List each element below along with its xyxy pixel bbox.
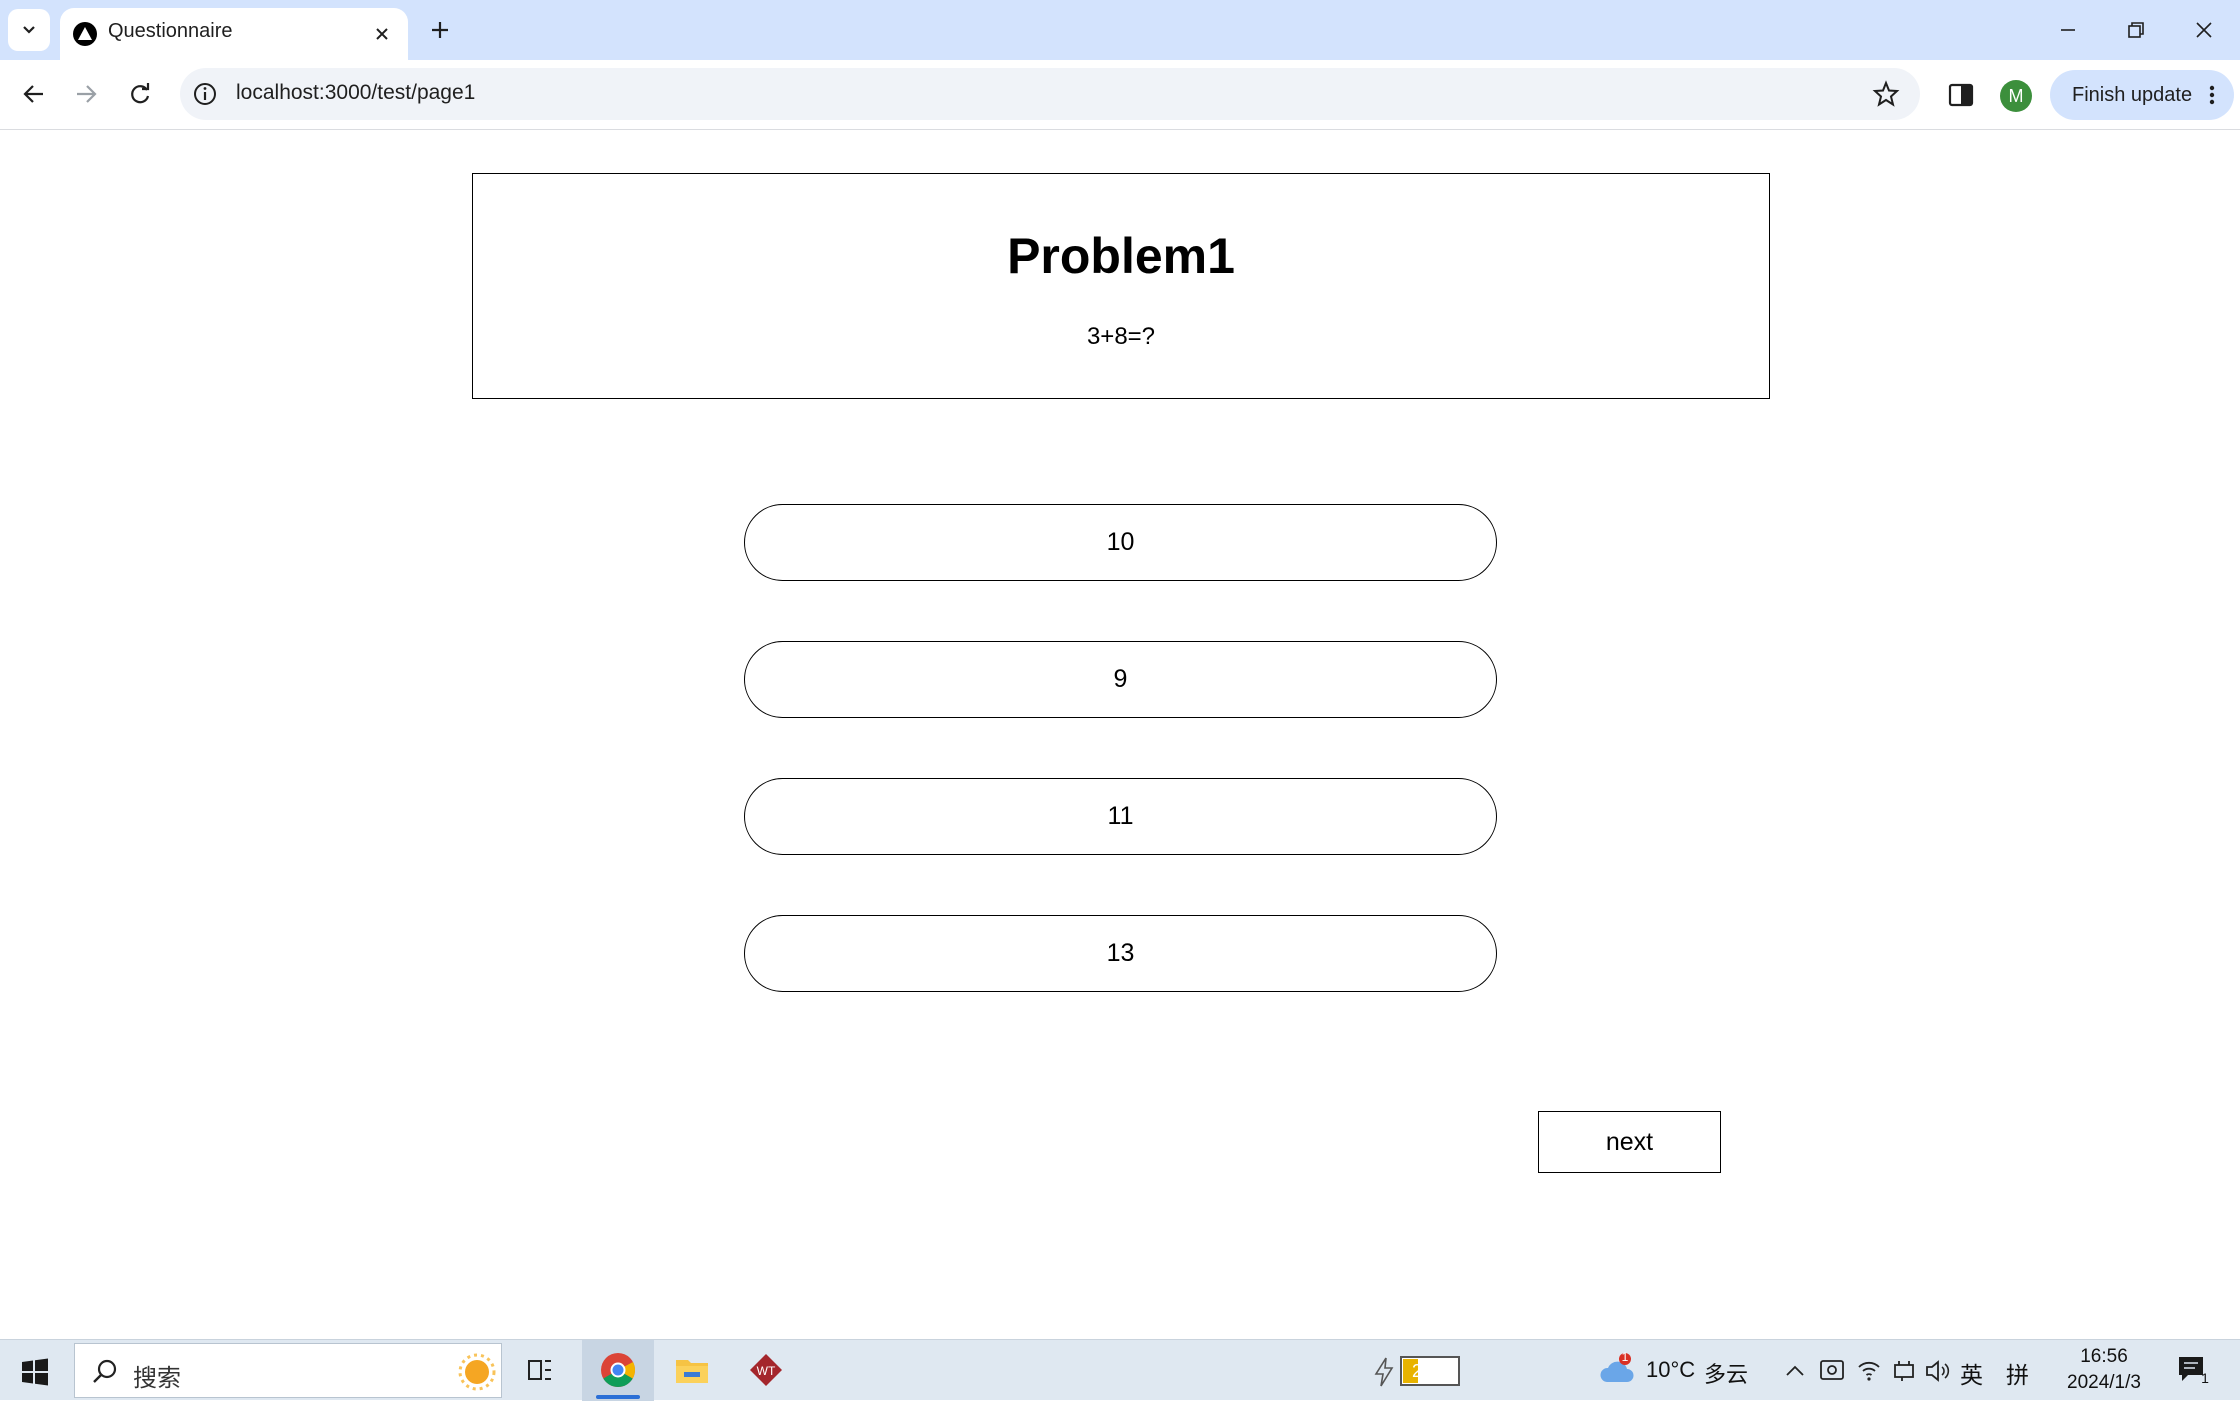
finish-update-label: Finish update	[2072, 83, 2193, 106]
answer-option-4[interactable]: 13	[744, 915, 1497, 992]
problem-card: Problem1 3+8=?	[472, 173, 1770, 399]
search-icon	[93, 1359, 117, 1383]
tab-strip: Questionnaire	[0, 0, 2240, 60]
browser-toolbar: localhost:3000/test/page1 M Finish updat…	[0, 60, 2240, 130]
svg-text:WT: WT	[757, 1364, 776, 1378]
arrow-left-icon	[23, 85, 43, 103]
close-tab-icon[interactable]	[370, 22, 394, 46]
finish-update-button[interactable]: Finish update	[2050, 70, 2234, 120]
security-tray-icon[interactable]	[1818, 1358, 1846, 1384]
battery-indicator[interactable]: 27%	[1400, 1356, 1460, 1386]
more-vert-icon	[2209, 85, 2215, 105]
taskbar: 搜索 WT 27% 1 10°C 多云 英 拼 16:56 2024/1/3 1	[0, 1339, 2240, 1401]
weather-temperature[interactable]: 10°C	[1646, 1357, 1695, 1383]
charging-bolt-icon	[1374, 1357, 1394, 1387]
problem-question: 3+8=?	[1086, 323, 1156, 350]
chrome-icon	[601, 1353, 635, 1387]
minimize-window-button[interactable]	[2052, 14, 2084, 46]
ime-language[interactable]: 英	[1960, 1356, 1983, 1390]
back-button[interactable]	[16, 76, 52, 112]
wifi-icon[interactable]	[1856, 1358, 1882, 1384]
restore-icon	[2128, 22, 2144, 38]
taskbar-clock[interactable]: 16:56 2024/1/3	[2044, 1344, 2164, 1396]
site-info-icon[interactable]	[192, 81, 218, 107]
browser-tab-active[interactable]: Questionnaire	[60, 8, 408, 60]
profile-avatar[interactable]: M	[2000, 80, 2032, 112]
tab-search-button[interactable]	[8, 9, 50, 51]
side-panel-icon[interactable]	[1946, 80, 1976, 110]
tab-title: Questionnaire	[108, 20, 233, 42]
wt-app-icon: WT	[750, 1354, 782, 1386]
power-plug-icon[interactable]	[1890, 1358, 1918, 1384]
answer-option-3[interactable]: 11	[744, 778, 1497, 855]
close-icon	[2196, 22, 2212, 38]
task-view-button[interactable]	[520, 1350, 560, 1390]
answer-option-2[interactable]: 9	[744, 641, 1497, 718]
address-bar[interactable]: localhost:3000/test/page1	[180, 68, 1920, 120]
next-button[interactable]: next	[1538, 1111, 1721, 1173]
clock-date: 2024/1/3	[2067, 1372, 2141, 1393]
minimize-icon	[2061, 29, 2075, 31]
problem-title: Problem1	[1007, 228, 1235, 284]
reload-icon	[131, 83, 150, 104]
clock-time: 16:56	[2080, 1346, 2128, 1367]
forward-button[interactable]	[68, 76, 104, 112]
search-placeholder: 搜索	[133, 1365, 181, 1392]
close-window-button[interactable]	[2188, 14, 2220, 46]
folder-icon	[676, 1360, 708, 1383]
new-tab-icon[interactable]	[426, 16, 454, 44]
reload-button[interactable]	[122, 76, 158, 112]
restore-window-button[interactable]	[2120, 14, 2152, 46]
arrow-right-icon	[77, 85, 97, 103]
wt-app-button[interactable]: WT	[746, 1350, 786, 1390]
taskbar-search-box[interactable]: 搜索	[74, 1343, 502, 1398]
weather-condition[interactable]: 多云	[1704, 1357, 1748, 1389]
file-explorer-button[interactable]	[672, 1350, 712, 1390]
url-text[interactable]: localhost:3000/test/page1	[236, 81, 475, 105]
volume-icon[interactable]	[1924, 1358, 1952, 1384]
task-view-icon	[528, 1360, 551, 1380]
show-hidden-icons-chevron-up-icon[interactable]	[1784, 1362, 1806, 1380]
chevron-down-icon	[23, 26, 35, 34]
search-highlight-sun-icon[interactable]	[457, 1352, 497, 1392]
battery-percent: 27%	[1411, 1361, 1449, 1381]
ime-mode[interactable]: 拼	[2006, 1356, 2029, 1390]
notification-count: 1	[2201, 1370, 2209, 1386]
answer-option-1[interactable]: 10	[744, 504, 1497, 581]
bookmark-star-icon[interactable]	[1872, 80, 1900, 108]
site-favicon-icon	[73, 22, 97, 46]
windows-start-icon[interactable]	[20, 1357, 50, 1387]
weather-badge: 1	[1621, 1350, 1629, 1364]
chrome-taskbar-button[interactable]	[598, 1350, 638, 1390]
